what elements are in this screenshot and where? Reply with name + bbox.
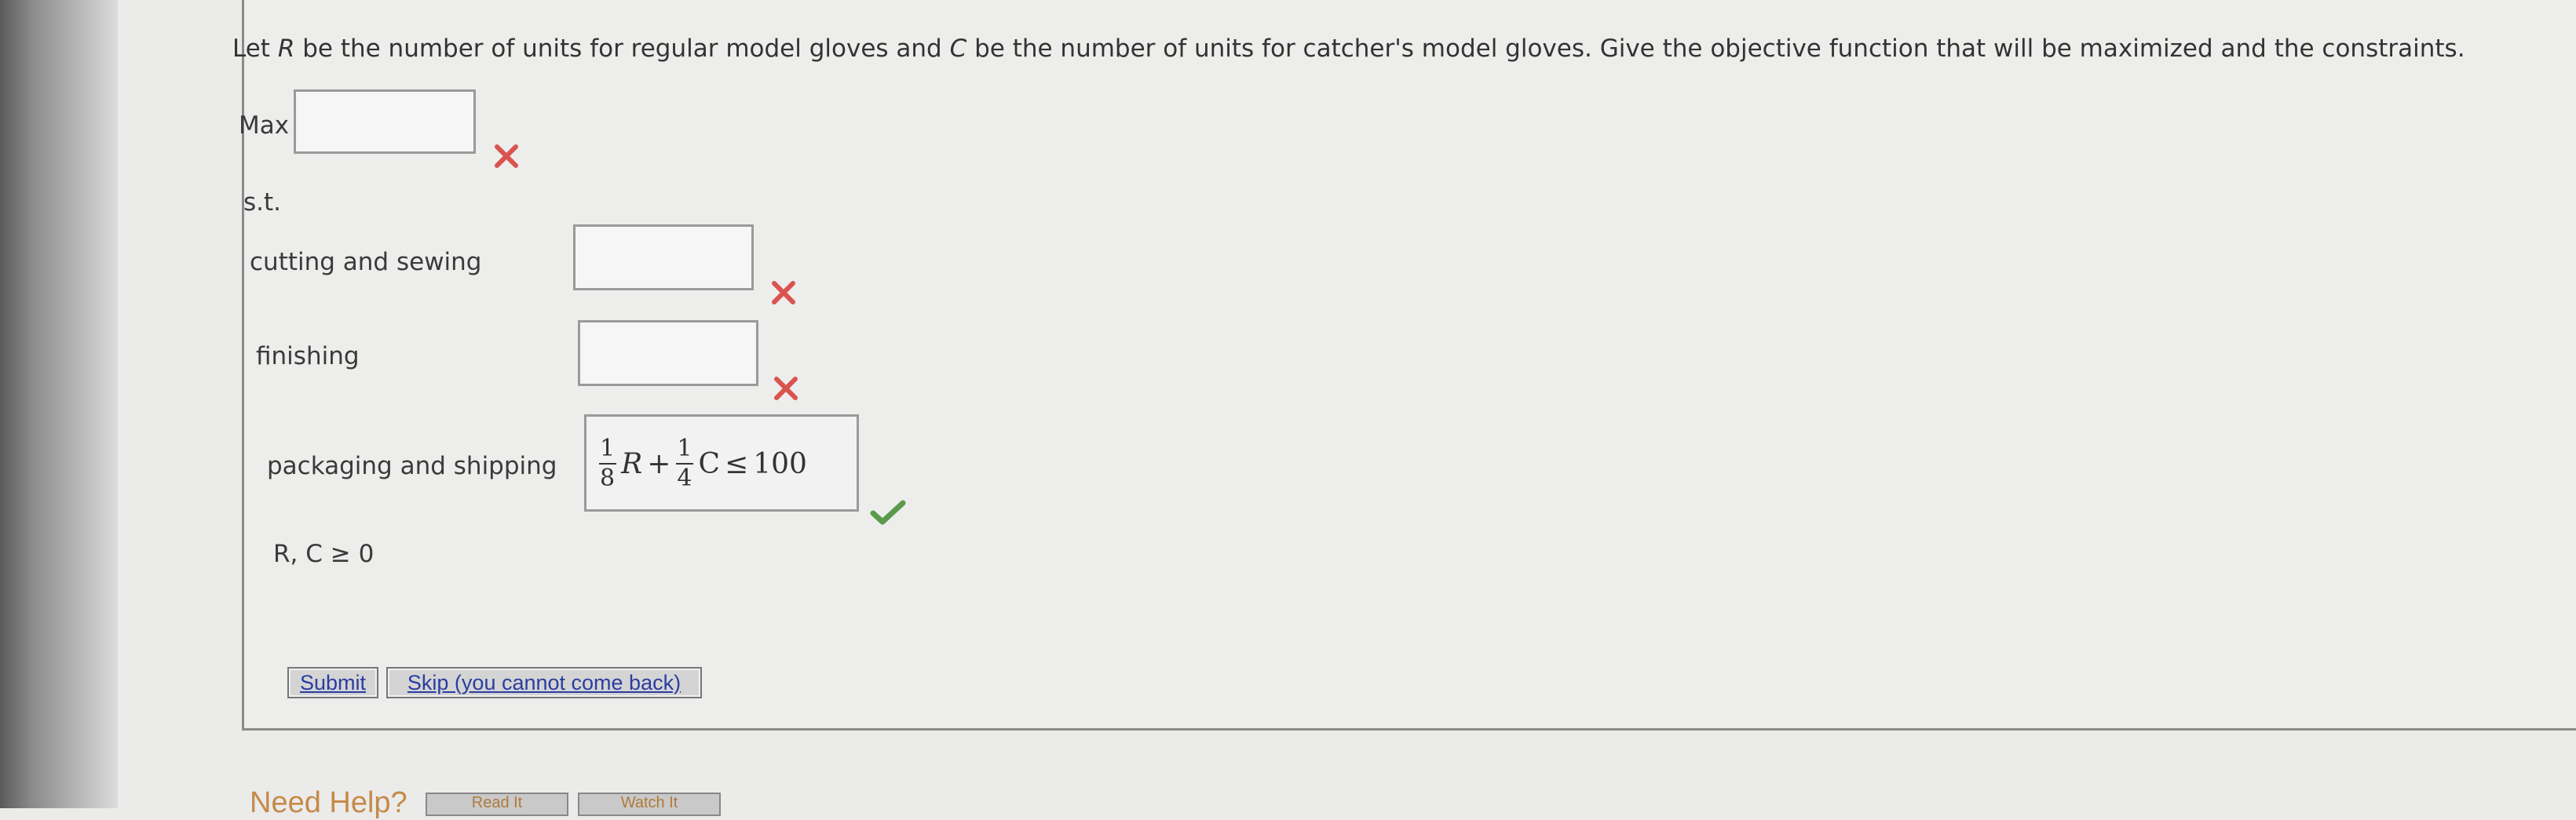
leq-sign: ≤ xyxy=(725,447,749,480)
question-var-c: C xyxy=(949,35,967,63)
var-c: C xyxy=(698,447,721,480)
read-it-button[interactable]: Read It xyxy=(426,793,568,816)
question-suffix: be the number of units for catcher's mod… xyxy=(966,35,2465,63)
fraction-one-quarter: 1 4 xyxy=(675,437,693,490)
question-prefix: Let xyxy=(232,35,278,63)
frac2-denominator: 4 xyxy=(677,465,692,492)
frac2-numerator: 1 xyxy=(677,435,692,462)
correct-check-icon xyxy=(870,500,906,525)
question-middle: be the number of units for regular model… xyxy=(294,35,950,63)
max-label: Max xyxy=(239,111,290,140)
packaging-shipping-expression: 1 8 R + 1 4 C ≤ 100 xyxy=(598,428,807,499)
cutting-sewing-input[interactable] xyxy=(573,224,754,290)
cutting-sewing-label: cutting and sewing xyxy=(250,248,482,276)
frac1-denominator: 8 xyxy=(600,465,616,492)
incorrect-x-icon xyxy=(772,281,795,304)
skip-button[interactable]: Skip (you cannot come back) xyxy=(386,667,702,698)
left-edge-shadow xyxy=(0,0,118,808)
finishing-input[interactable] xyxy=(578,320,758,386)
question-var-r: R xyxy=(277,35,295,63)
incorrect-x-icon xyxy=(495,144,518,168)
question-text: Let R be the number of units for regular… xyxy=(232,35,2465,63)
fraction-one-eighth: 1 8 xyxy=(598,437,616,490)
submit-button[interactable]: Submit xyxy=(287,667,378,698)
finishing-label: finishing xyxy=(256,342,360,370)
need-help-label: Need Help? xyxy=(250,786,407,819)
objective-input[interactable] xyxy=(294,89,476,154)
packaging-shipping-label: packaging and shipping xyxy=(267,452,557,480)
frac1-numerator: 1 xyxy=(600,435,616,462)
subject-to-label: s.t. xyxy=(243,188,282,217)
nonnegativity-label: R, C ≥ 0 xyxy=(273,540,375,568)
incorrect-x-icon xyxy=(774,377,798,400)
rhs-value: 100 xyxy=(753,447,807,480)
var-r: R xyxy=(621,447,643,480)
plus-sign: + xyxy=(647,447,671,480)
watch-it-button[interactable]: Watch It xyxy=(578,793,721,816)
